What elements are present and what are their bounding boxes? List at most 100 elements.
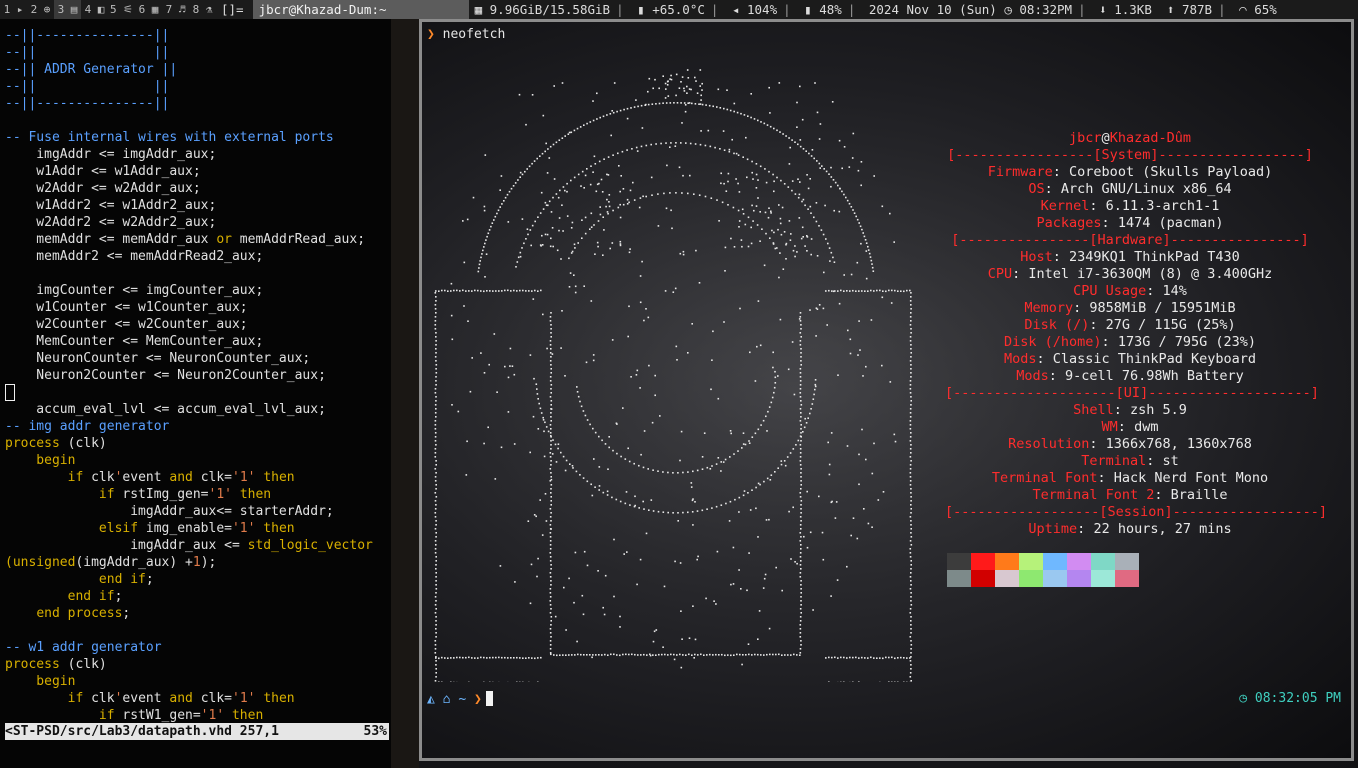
art-dot <box>549 552 552 554</box>
code-token: --||---------------|| <box>5 28 170 43</box>
art-dot <box>619 615 621 618</box>
art-dot <box>435 408 437 410</box>
code-line[interactable]: w1Addr <= w1Addr_aux; <box>5 163 391 180</box>
code-line[interactable]: if clk'event and clk='1' then <box>5 690 391 707</box>
art-dot <box>598 182 600 185</box>
art-dot <box>715 653 717 656</box>
art-dot <box>557 443 560 445</box>
code-line[interactable]: imgAddr_aux<= starterAddr; <box>5 503 391 520</box>
art-dot <box>867 245 869 248</box>
code-line[interactable]: if rstW1_gen='1' then <box>5 707 391 724</box>
art-dot <box>910 592 912 594</box>
code-line[interactable]: elsif img_enable='1' then <box>5 520 391 537</box>
code-line[interactable]: --||---------------|| <box>5 27 391 44</box>
code-token: (imgAddr_aux) + <box>75 555 193 570</box>
art-dot <box>516 290 518 292</box>
art-dot <box>582 613 585 616</box>
art-dot <box>612 154 614 156</box>
tag-3[interactable]: 3 ▤ <box>54 0 81 19</box>
code-line[interactable]: -- img addr generator <box>5 418 391 435</box>
code-line[interactable]: memAddr <= memAddr_aux or memAddrRead_au… <box>5 231 391 248</box>
code-line[interactable]: w2Addr2 <= w2Addr2_aux; <box>5 214 391 231</box>
art-dot <box>434 320 437 322</box>
art-dot <box>459 656 461 659</box>
art-dot <box>658 102 661 105</box>
art-dot <box>763 122 766 125</box>
code-line[interactable] <box>5 112 391 129</box>
art-dot <box>909 516 912 518</box>
art-dot <box>909 540 912 542</box>
code-line[interactable]: w1Addr2 <= w1Addr2_aux; <box>5 197 391 214</box>
code-line[interactable]: process (clk) <box>5 435 391 452</box>
code-line[interactable]: if clk'event and clk='1' then <box>5 469 391 486</box>
art-dot <box>762 419 765 422</box>
art-dot <box>837 184 839 187</box>
art-dot <box>488 363 490 366</box>
art-dot <box>800 584 802 586</box>
code-line[interactable]: imgAddr_aux <= std_logic_vector <box>5 537 391 554</box>
code-line[interactable]: accum_eval_lvl <= accum_eval_lvl_aux; <box>5 401 391 418</box>
code-line[interactable]: imgCounter <= imgCounter_aux; <box>5 282 391 299</box>
art-dot <box>634 504 636 507</box>
code-line[interactable]: process (clk) <box>5 656 391 673</box>
code-line[interactable]: --|| ADDR Generator || <box>5 61 391 78</box>
layout-indicator[interactable]: []= <box>216 0 253 19</box>
shell-prompt[interactable]: ◭ ⌂ ~ ❯ <box>427 691 493 707</box>
code-line[interactable]: w1Counter <= w1Counter_aux; <box>5 299 391 316</box>
tag-4[interactable]: 4 ◧ <box>81 0 108 19</box>
code-line[interactable]: w2Addr <= w2Addr_aux; <box>5 180 391 197</box>
tag-8[interactable]: 8 ⚗ <box>189 0 216 19</box>
art-dot <box>665 102 668 104</box>
code-line[interactable]: --|| || <box>5 44 391 61</box>
code-line[interactable]: -- w1 addr generator <box>5 639 391 656</box>
tag-2[interactable]: 2 ⊕ <box>27 0 54 19</box>
code-line[interactable]: memAddr2 <= memAddrRead2_aux; <box>5 248 391 265</box>
art-dot <box>846 199 849 202</box>
tag-5[interactable]: 5 ⚟ <box>108 0 135 19</box>
code-line[interactable]: MemCounter <= MemCounter_aux; <box>5 333 391 350</box>
code-token: and <box>169 470 193 485</box>
code-line[interactable]: (unsigned(imgAddr_aux) +1); <box>5 554 391 571</box>
art-dot <box>525 657 527 659</box>
art-dot <box>529 229 532 231</box>
art-dot <box>802 198 805 201</box>
art-dot <box>909 436 912 438</box>
code-token: '1' <box>208 487 232 502</box>
code-line[interactable]: --|| || <box>5 78 391 95</box>
editor-buffer[interactable]: --||---------------|| --|| || --|| ADDR Ge… <box>0 19 391 724</box>
code-line[interactable]: begin <box>5 673 391 690</box>
code-line[interactable]: begin <box>5 452 391 469</box>
art-dot <box>721 201 724 204</box>
vim-editor[interactable]: --||---------------|| --|| || --|| ADDR Ge… <box>0 19 391 768</box>
code-line[interactable]: end process; <box>5 605 391 622</box>
tag-7[interactable]: 7 ♬ <box>162 0 189 19</box>
art-dot <box>699 143 702 146</box>
code-line[interactable]: NeuronCounter <= NeuronCounter_aux; <box>5 350 391 367</box>
art-dot <box>746 158 749 161</box>
code-line[interactable]: end if; <box>5 588 391 605</box>
art-dot <box>513 443 516 445</box>
art-dot <box>483 209 486 212</box>
art-dot <box>679 459 681 462</box>
art-dot <box>566 215 569 217</box>
code-line[interactable] <box>5 384 391 401</box>
code-line[interactable]: -- Fuse internal wires with external por… <box>5 129 391 146</box>
tag-1[interactable]: 1 ▸ <box>0 0 27 19</box>
terminal-window[interactable]: ❯ neofetch jbcr@Khazad-Dûm [-------------… <box>419 19 1354 761</box>
art-dot <box>626 149 628 151</box>
tag-6[interactable]: 6 ▦ <box>135 0 162 19</box>
art-dot <box>529 354 532 356</box>
art-dot <box>780 179 782 182</box>
code-line[interactable]: imgAddr <= imgAddr_aux; <box>5 146 391 163</box>
code-line[interactable]: Neuron2Counter <= Neuron2Counter_aux; <box>5 367 391 384</box>
info-row: CPU Usage: 14% <box>945 283 1315 300</box>
art-dot <box>794 561 796 563</box>
code-line[interactable]: w2Counter <= w2Counter_aux; <box>5 316 391 333</box>
code-line[interactable] <box>5 622 391 639</box>
code-line[interactable] <box>5 265 391 282</box>
code-line[interactable]: if rstImg_gen='1' then <box>5 486 391 503</box>
code-line[interactable]: end if; <box>5 571 391 588</box>
art-dot <box>666 164 668 167</box>
code-token: process <box>5 436 60 451</box>
code-line[interactable]: --||---------------|| <box>5 95 391 112</box>
